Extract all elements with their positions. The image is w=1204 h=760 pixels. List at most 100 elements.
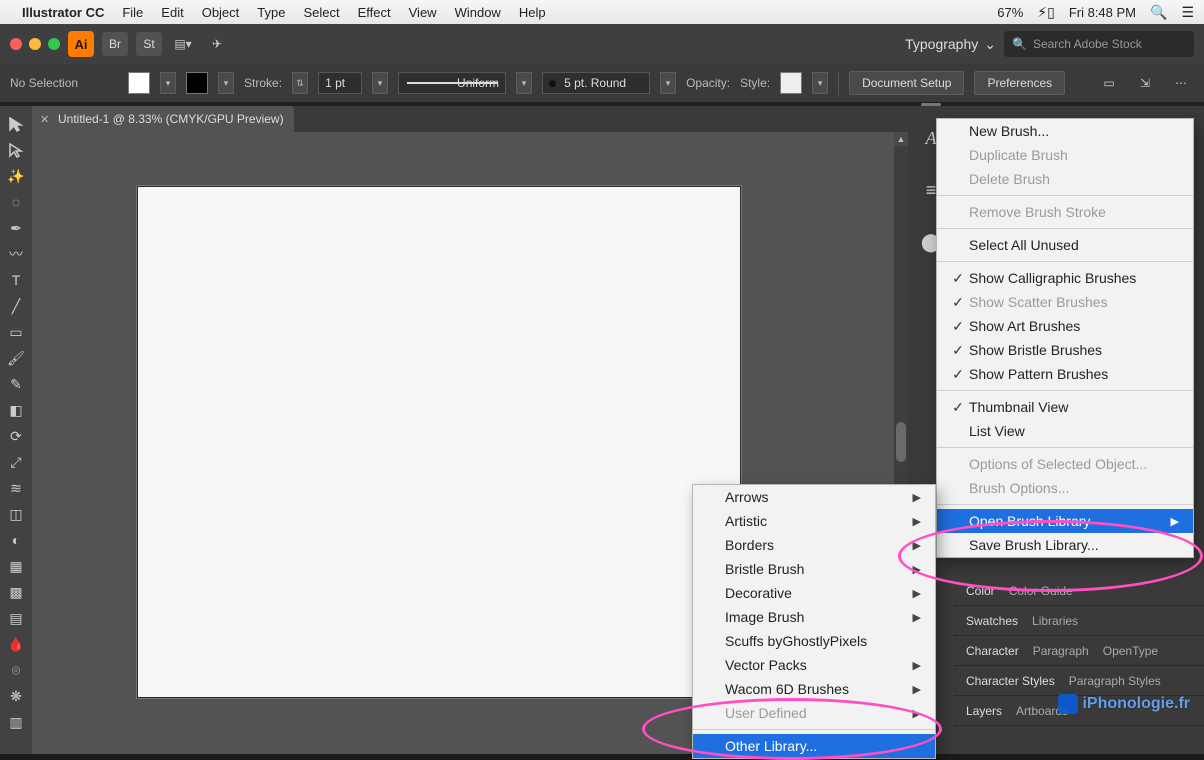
menu-item[interactable]: List View (937, 419, 1193, 443)
transform-icon[interactable]: ⇲ (1132, 71, 1158, 95)
minimize-window-button[interactable] (29, 38, 41, 50)
brush-dropdown[interactable]: ▾ (660, 72, 676, 94)
scale-tool-icon[interactable]: ⤢ (3, 450, 29, 474)
menu-item[interactable]: Artistic▶ (693, 509, 935, 533)
zoom-window-button[interactable] (48, 38, 60, 50)
profile-dropdown[interactable]: ▾ (516, 72, 532, 94)
tab-paragraph-styles[interactable]: Paragraph Styles (1069, 674, 1161, 688)
document-setup-button[interactable]: Document Setup (849, 71, 964, 95)
perspective-grid-tool-icon[interactable]: ▦ (3, 554, 29, 578)
menubar-view[interactable]: View (409, 5, 437, 20)
direct-selection-tool-icon[interactable] (3, 138, 29, 162)
menu-item[interactable]: Save Brush Library... (937, 533, 1193, 557)
rotate-tool-icon[interactable]: ⟳ (3, 424, 29, 448)
menu-item[interactable]: Other Library... (693, 734, 935, 758)
eraser-tool-icon[interactable]: ◧ (3, 398, 29, 422)
menubar-type[interactable]: Type (257, 5, 285, 20)
menu-item[interactable]: Borders▶ (693, 533, 935, 557)
menu-item[interactable]: ✓Show Pattern Brushes (937, 362, 1193, 386)
menubar-object[interactable]: Object (202, 5, 240, 20)
document-tab[interactable]: ✕ Untitled-1 @ 8.33% (CMYK/GPU Preview) (32, 106, 294, 132)
gradient-tool-icon[interactable]: ▤ (3, 606, 29, 630)
tab-opentype[interactable]: OpenType (1103, 644, 1158, 658)
stroke-flyout[interactable]: ▾ (218, 72, 234, 94)
opacity-label[interactable]: Opacity: (686, 76, 730, 90)
gpu-rocket-icon[interactable]: ✈︎ (204, 32, 230, 56)
tab-character[interactable]: Character (966, 644, 1019, 658)
column-graph-tool-icon[interactable]: ▥ (3, 710, 29, 734)
arrange-documents-icon[interactable]: ▤▾ (170, 32, 196, 56)
menubar-window[interactable]: Window (455, 5, 501, 20)
menu-item[interactable]: Scuffs byGhostlyPixels (693, 629, 935, 653)
scroll-thumb[interactable] (896, 422, 906, 462)
tab-libraries[interactable]: Libraries (1032, 614, 1078, 628)
pen-tool-icon[interactable]: ✒︎ (3, 216, 29, 240)
tab-swatches[interactable]: Swatches (966, 614, 1018, 628)
style-dropdown[interactable]: ▾ (812, 72, 828, 94)
menu-item[interactable]: Image Brush▶ (693, 605, 935, 629)
menu-item[interactable]: Arrows▶ (693, 485, 935, 509)
dock-grip-icon[interactable] (921, 103, 941, 106)
fill-flyout[interactable]: ▾ (160, 72, 176, 94)
menu-item[interactable]: ✓Show Calligraphic Brushes (937, 266, 1193, 290)
brush-library-submenu[interactable]: Arrows▶Artistic▶Borders▶Bristle Brush▶De… (692, 484, 936, 759)
panel-group-character[interactable]: Character Paragraph OpenType (954, 636, 1204, 666)
menu-item[interactable]: Open Brush Library▶ (937, 509, 1193, 533)
type-tool-icon[interactable]: T (3, 268, 29, 292)
tab-paragraph[interactable]: Paragraph (1033, 644, 1089, 658)
menubar-edit[interactable]: Edit (161, 5, 183, 20)
menu-item[interactable]: Wacom 6D Brushes▶ (693, 677, 935, 701)
brushes-panel-menu[interactable]: New Brush...Duplicate BrushDelete BrushR… (936, 118, 1194, 558)
menu-item[interactable]: ✓Thumbnail View (937, 395, 1193, 419)
menubar-select[interactable]: Select (303, 5, 339, 20)
menu-item[interactable]: New Brush... (937, 119, 1193, 143)
fill-swatch[interactable] (128, 72, 150, 94)
tab-layers[interactable]: Layers (966, 704, 1002, 718)
selection-tool-icon[interactable] (3, 112, 29, 136)
curvature-tool-icon[interactable]: 〰︎ (3, 242, 29, 266)
stroke-weight-dropdown[interactable]: ▾ (372, 72, 388, 94)
magic-wand-tool-icon[interactable]: ✨ (3, 164, 29, 188)
menu-item[interactable]: ✓Show Bristle Brushes (937, 338, 1193, 362)
menu-item[interactable]: Select All Unused (937, 233, 1193, 257)
shape-builder-tool-icon[interactable]: ◐ (3, 528, 29, 552)
tab-color-guide[interactable]: Color Guide (1009, 584, 1073, 598)
mesh-tool-icon[interactable]: ▩ (3, 580, 29, 604)
close-window-button[interactable] (10, 38, 22, 50)
panel-group-swatches[interactable]: Swatches Libraries (954, 606, 1204, 636)
spotlight-search-icon[interactable]: 🔍 (1150, 4, 1167, 21)
symbol-sprayer-tool-icon[interactable]: ❋ (3, 684, 29, 708)
search-adobe-stock[interactable]: 🔍 Search Adobe Stock (1004, 31, 1194, 57)
paintbrush-tool-icon[interactable]: 🖌︎ (3, 346, 29, 370)
menubar-app-name[interactable]: Illustrator CC (22, 5, 104, 20)
bridge-icon[interactable]: Br (102, 32, 128, 56)
stroke-weight-field[interactable]: 1 pt (318, 72, 362, 94)
menu-item[interactable]: ✓Show Art Brushes (937, 314, 1193, 338)
scroll-up-arrow-icon[interactable]: ▲ (894, 132, 908, 146)
stroke-stepper[interactable]: ⇅ (292, 72, 308, 94)
menu-item[interactable]: Vector Packs▶ (693, 653, 935, 677)
workspace-switcher[interactable]: Typography ⌄ (905, 36, 996, 53)
free-transform-tool-icon[interactable]: ◫ (3, 502, 29, 526)
align-icon[interactable]: ▭ (1096, 71, 1122, 95)
more-options-icon[interactable]: ⋯ (1168, 71, 1194, 95)
stroke-swatch[interactable] (186, 72, 208, 94)
artboard[interactable] (137, 186, 741, 698)
line-segment-tool-icon[interactable]: ╱ (3, 294, 29, 318)
width-tool-icon[interactable]: ≋ (3, 476, 29, 500)
rectangle-tool-icon[interactable]: ▭ (3, 320, 29, 344)
blend-tool-icon[interactable]: ⌾ (3, 658, 29, 682)
menubar-help[interactable]: Help (519, 5, 546, 20)
close-tab-icon[interactable]: ✕ (40, 113, 49, 126)
panel-group-styles[interactable]: Character Styles Paragraph Styles (954, 666, 1204, 696)
variable-width-profile[interactable]: Uniform (398, 72, 506, 94)
window-traffic-lights[interactable] (10, 38, 60, 50)
tab-character-styles[interactable]: Character Styles (966, 674, 1055, 688)
panel-group-color[interactable]: Color Color Guide (954, 576, 1204, 606)
menubar-list-icon[interactable]: ☰ (1181, 4, 1194, 21)
eyedropper-tool-icon[interactable]: 🩸 (3, 632, 29, 656)
stock-icon[interactable]: St (136, 32, 162, 56)
lasso-tool-icon[interactable]: ◌ (3, 190, 29, 214)
tab-color[interactable]: Color (966, 584, 995, 598)
menubar-effect[interactable]: Effect (358, 5, 391, 20)
